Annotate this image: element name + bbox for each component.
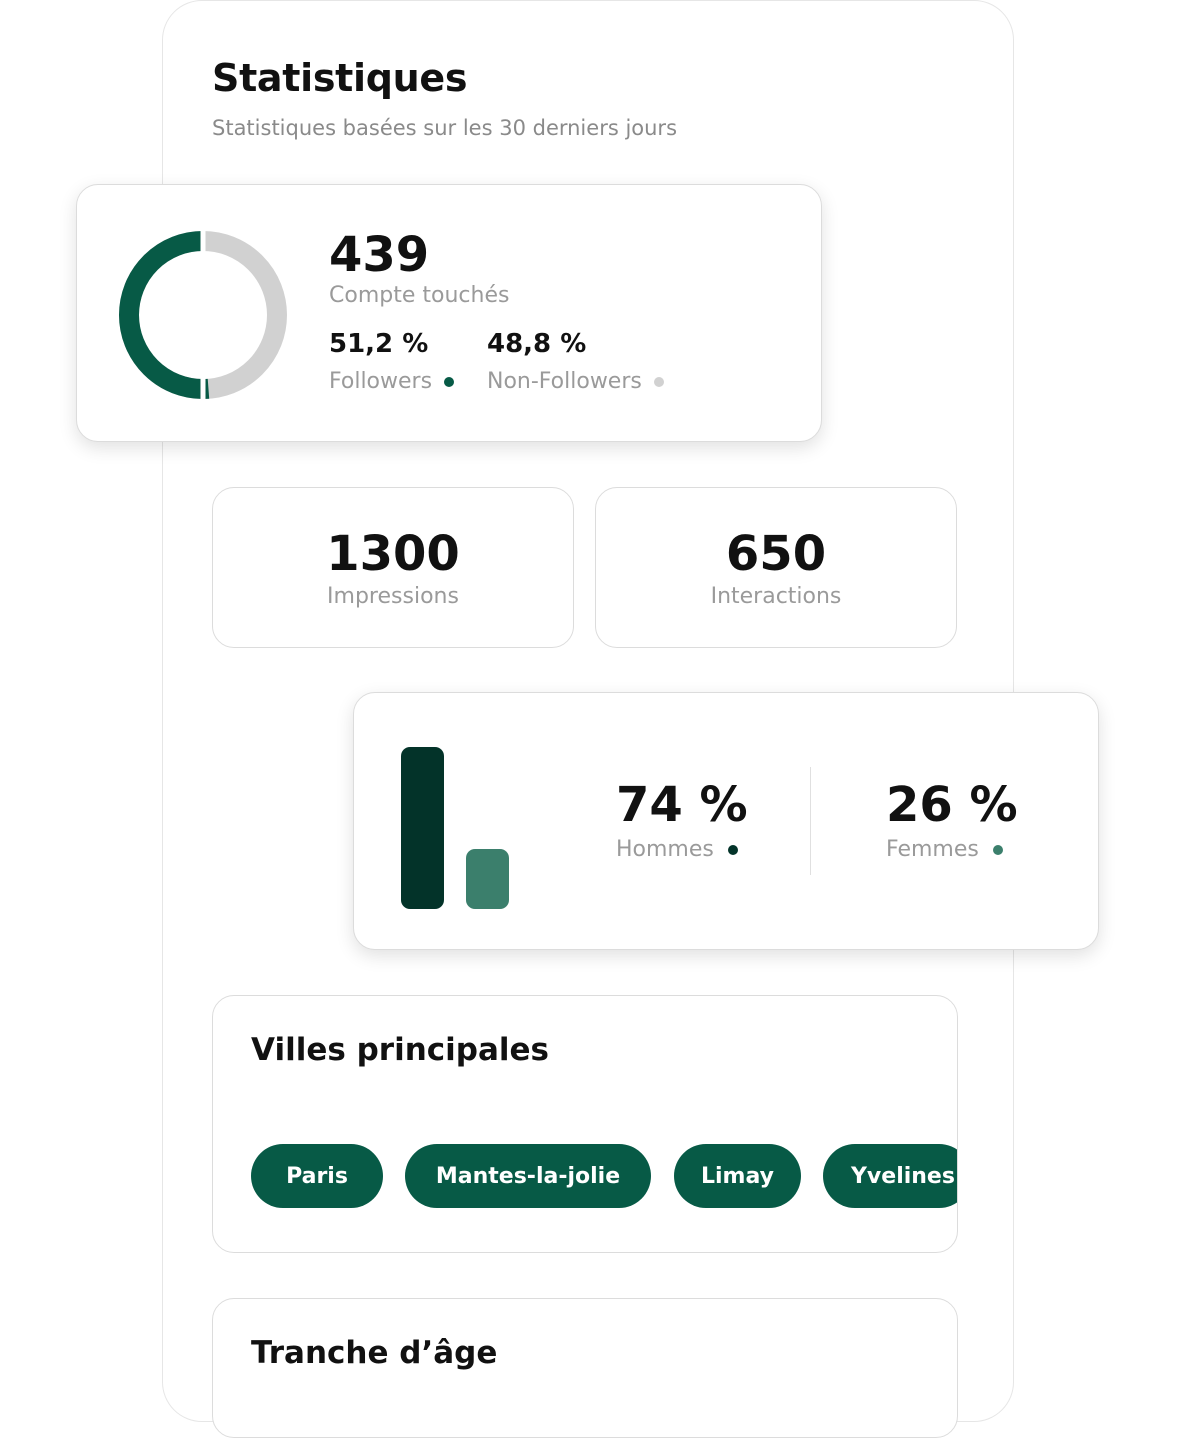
followers-percent: 51,2 % (329, 329, 429, 359)
page-subtitle: Statistiques basées sur les 30 derniers … (212, 116, 678, 140)
men-legend: Hommes (616, 837, 738, 862)
men-dot-icon (727, 844, 738, 855)
men-percent: 74 % (616, 777, 748, 833)
non-followers-dot-icon (653, 376, 664, 387)
followers-legend: Followers (329, 369, 455, 394)
impressions-card: 1300 Impressions (212, 487, 574, 648)
city-chip-mantes-la-jolie[interactable]: Mantes-la-jolie (405, 1144, 651, 1208)
interactions-value: 650 (725, 526, 827, 582)
age-card: Tranche d’âge (212, 1298, 958, 1438)
impressions-label: Impressions (327, 584, 459, 609)
reach-value: 439 (329, 227, 430, 283)
cities-card: Villes principales Paris Mantes-la-jolie… (212, 995, 958, 1253)
non-followers-percent: 48,8 % (487, 329, 587, 359)
women-bar (466, 848, 509, 909)
gender-card: 74 % Hommes 26 % Femmes (353, 692, 1099, 950)
impressions-value: 1300 (326, 526, 460, 582)
followers-label: Followers (329, 369, 433, 394)
women-dot-icon (992, 844, 1003, 855)
city-chip-paris[interactable]: Paris (251, 1144, 383, 1208)
city-chip-limay[interactable]: Limay (674, 1144, 801, 1208)
interactions-label: Interactions (710, 584, 842, 609)
reach-card: 439 Compte touchés 51,2 % Followers 48,8… (76, 184, 822, 442)
followers-dot-icon (444, 376, 455, 387)
non-followers-label: Non-Followers (487, 369, 642, 394)
cities-title: Villes principales (251, 1032, 549, 1068)
followers-donut-chart (119, 229, 287, 401)
interactions-card: 650 Interactions (595, 487, 957, 648)
reach-label: Compte touchés (329, 283, 510, 308)
women-label: Femmes (886, 837, 979, 862)
city-chip-yvelines[interactable]: Yvelines (823, 1144, 957, 1208)
women-legend: Femmes (886, 837, 1003, 862)
gender-divider (810, 767, 811, 875)
women-percent: 26 % (886, 777, 1018, 833)
non-followers-legend: Non-Followers (487, 369, 664, 394)
page-title: Statistiques (212, 56, 468, 100)
men-bar (401, 747, 444, 909)
age-title: Tranche d’âge (251, 1335, 498, 1371)
men-label: Hommes (616, 837, 714, 862)
